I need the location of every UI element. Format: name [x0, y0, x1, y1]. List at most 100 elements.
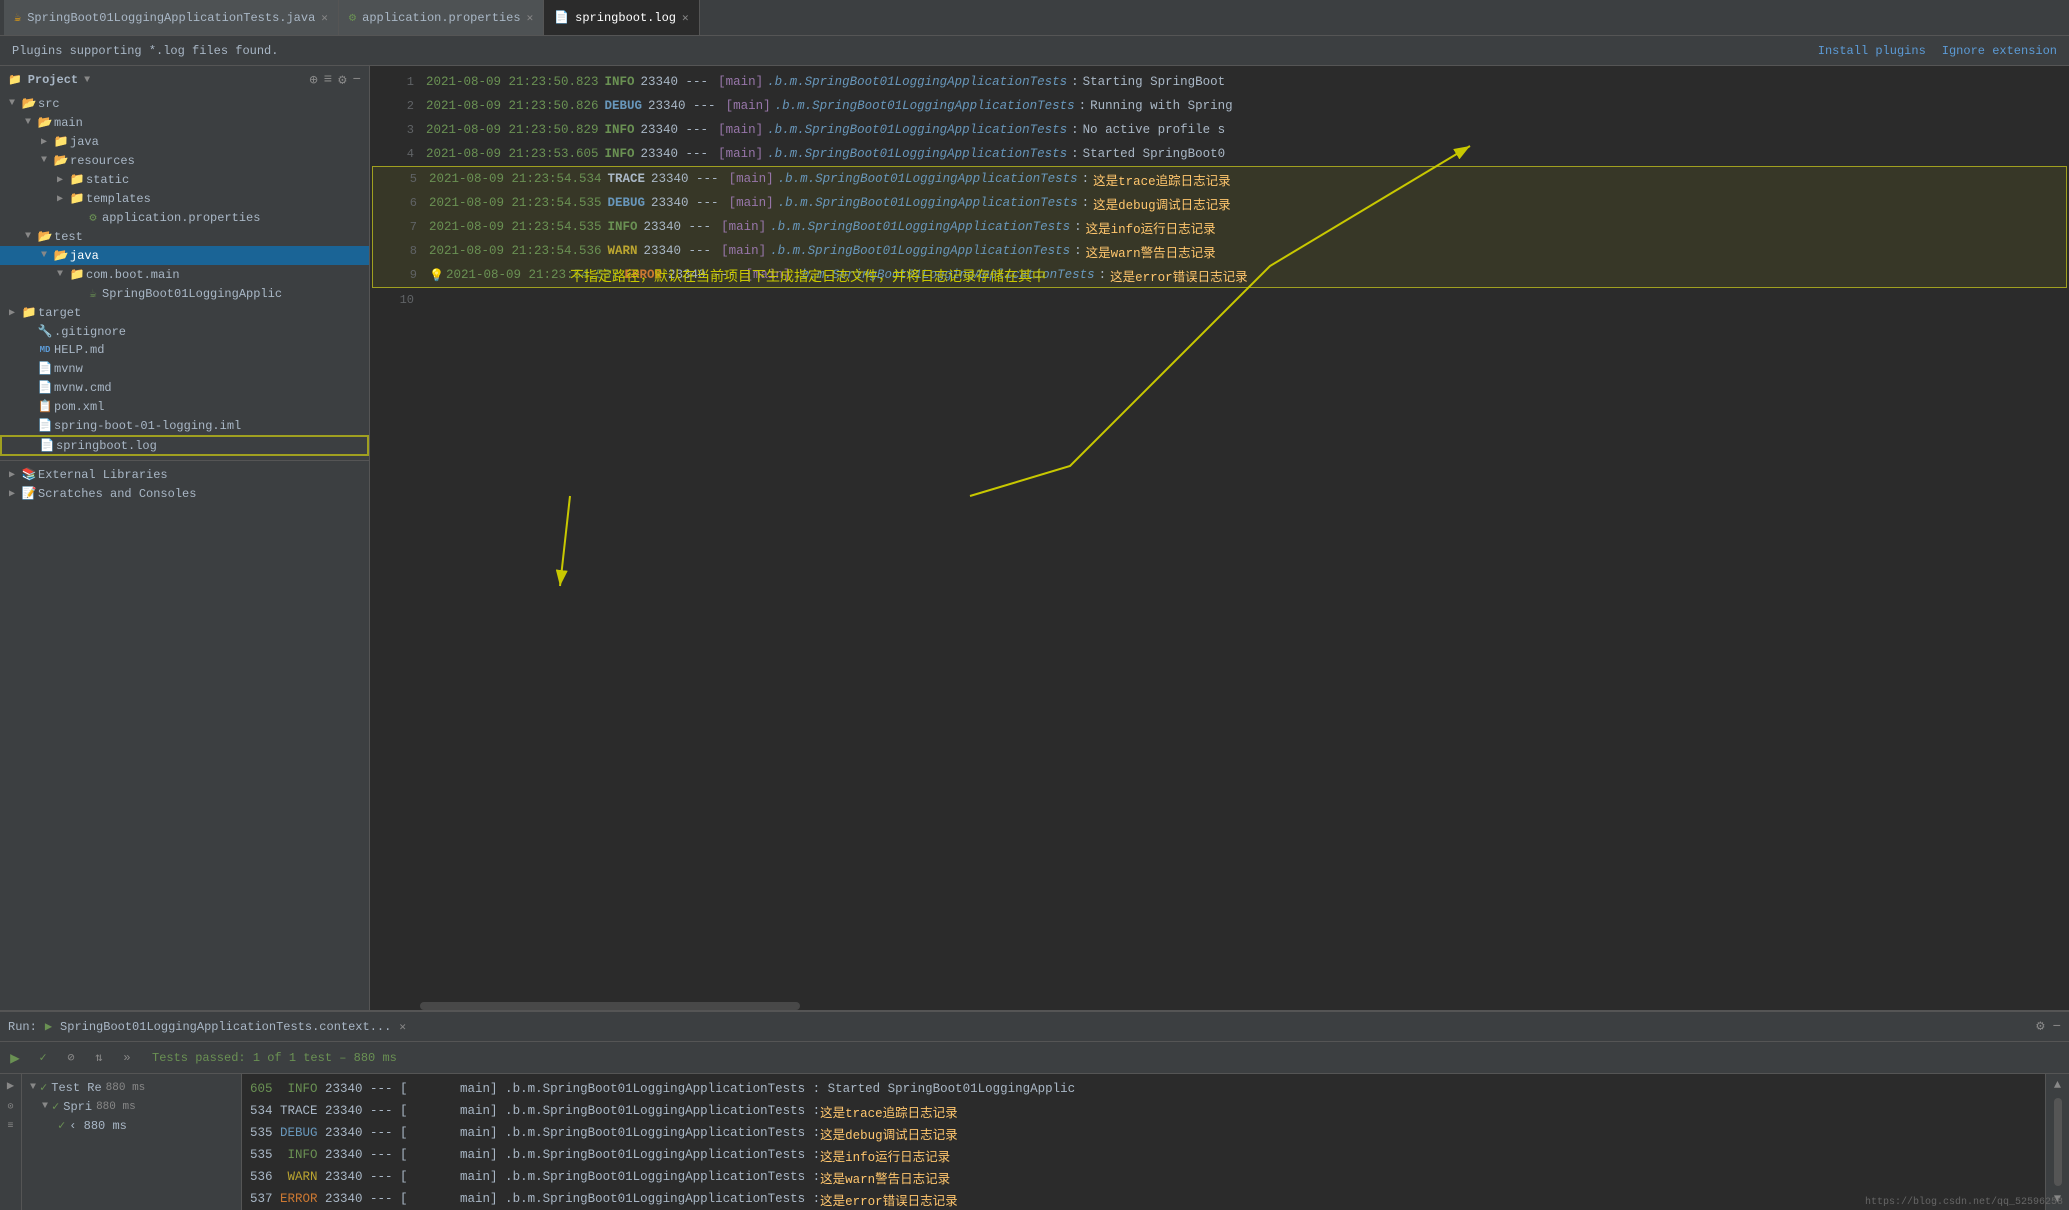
test-tree-item-1[interactable]: ▼ ✓ Spri 880 ms — [22, 1097, 241, 1116]
run-log-level-4: WARN — [273, 1170, 318, 1184]
tab-log-label: springboot.log — [575, 11, 676, 25]
tree-label-springboot-class: SpringBoot01LoggingApplic — [102, 287, 282, 301]
tree-java[interactable]: ▶ 📁 java — [0, 132, 369, 151]
run-left-icon-3[interactable]: ≡ — [7, 1121, 13, 1132]
annotation-container: 不指定路径，默认在当前项目下生成指定日志文件，并将日志记录存储在其中 — [570, 266, 1046, 286]
tree-com-boot-main[interactable]: ▼ 📁 com.boot.main — [0, 265, 369, 284]
tree-label-springboot-log: springboot.log — [56, 439, 157, 453]
log-colon-4: : — [1071, 147, 1079, 161]
tree-static[interactable]: ▶ 📁 static — [0, 170, 369, 189]
md-icon: MD — [36, 345, 54, 355]
dropdown-icon[interactable]: ▼ — [84, 75, 90, 86]
tree-mvnw[interactable]: 📄 mvnw — [0, 359, 369, 378]
run-log-level-3: INFO — [273, 1148, 318, 1162]
log-msg-8: 这是warn警告日志记录 — [1086, 242, 1216, 261]
tree-main[interactable]: ▼ 📂 main — [0, 113, 369, 132]
tree-target[interactable]: ▶ 📁 target — [0, 303, 369, 322]
tree-arrow-com-boot: ▼ — [52, 269, 68, 280]
line-num-7: 7 — [381, 220, 417, 234]
run-play-button[interactable]: ▶ — [4, 1047, 26, 1069]
tree-java2[interactable]: ▼ 📂 java — [0, 246, 369, 265]
tree-pom-xml[interactable]: 📋 pom.xml — [0, 397, 369, 416]
install-plugins-link[interactable]: Install plugins — [1818, 44, 1926, 58]
tree-external-libraries[interactable]: ▶ 📚 External Libraries — [0, 465, 369, 484]
log-ts-2: 2021-08-09 21:23:50.826 — [426, 99, 599, 113]
tree-iml[interactable]: 📄 spring-boot-01-logging.iml — [0, 416, 369, 435]
test-tree-item-0[interactable]: ▼ ✓ Test Re 880 ms — [22, 1078, 241, 1097]
tree-app-properties[interactable]: ⚙ application.properties — [0, 208, 369, 227]
iml-icon: 📄 — [36, 418, 54, 433]
run-minimize-icon[interactable]: − — [2053, 1019, 2061, 1035]
plugin-message-text: Plugins supporting *.log files found. — [12, 44, 278, 58]
run-content: ▶ ⊙ ≡ ▼ ✓ Test Re 880 ms ▼ ✓ Spri 880 ms… — [0, 1074, 2069, 1210]
sidebar-minimize-icon[interactable]: − — [353, 72, 361, 89]
horizontal-scrollbar[interactable] — [420, 1002, 800, 1010]
line-num-10: 10 — [378, 293, 414, 307]
tree-label-main: main — [54, 116, 83, 130]
tab-log[interactable]: 📄 springboot.log ✕ — [544, 0, 699, 35]
tab-java-close[interactable]: ✕ — [321, 11, 328, 25]
run-icon: ▶ — [45, 1019, 52, 1034]
line-num-4: 4 — [378, 147, 414, 161]
tree-label-app-props: application.properties — [102, 211, 260, 225]
tree-arrow-target: ▶ — [4, 307, 20, 319]
log-level-7: INFO — [608, 220, 638, 234]
run-left-icon-2[interactable]: ⊙ — [7, 1101, 13, 1113]
plugin-actions: Install plugins Ignore extension — [1818, 44, 2057, 58]
ignore-extension-link[interactable]: Ignore extension — [1942, 44, 2057, 58]
run-log-ts-1: 534 — [250, 1104, 273, 1118]
log-level-6: DEBUG — [608, 196, 646, 210]
run-left-icon-1[interactable]: ▶ — [7, 1078, 14, 1093]
tree-arrow-test: ▼ — [20, 231, 36, 242]
folder-static-icon: 📁 — [68, 172, 86, 187]
tree-scratches[interactable]: ▶ 📝 Scratches and Consoles — [0, 484, 369, 503]
run-tab-name[interactable]: SpringBoot01LoggingApplicationTests.cont… — [60, 1020, 391, 1034]
tree-help-md[interactable]: MD HELP.md — [0, 341, 369, 359]
sidebar-collapse-icon[interactable]: ≡ — [324, 72, 332, 89]
run-settings-icon[interactable]: ⚙ — [2036, 1018, 2044, 1035]
run-log-rest-0: 23340 --- [ main] .b.m.SpringBoot01Loggi… — [318, 1082, 1076, 1096]
line-num-1: 1 — [378, 75, 414, 89]
run-right-toolbar: ▲ ▼ — [2045, 1074, 2069, 1210]
tree-resources[interactable]: ▼ 📂 resources — [0, 151, 369, 170]
sidebar-locate-icon[interactable]: ⊕ — [309, 72, 317, 89]
scroll-up-icon[interactable]: ▲ — [2054, 1078, 2061, 1092]
tab-properties[interactable]: ⚙ application.properties ✕ — [339, 0, 544, 35]
run-check-button[interactable]: ✓ — [32, 1047, 54, 1069]
tab-java-label: SpringBoot01LoggingApplicationTests.java — [27, 11, 315, 25]
sidebar-header: 📁 Project ▼ ⊕ ≡ ⚙ − — [0, 66, 369, 94]
tree-mvnw-cmd[interactable]: 📄 mvnw.cmd — [0, 378, 369, 397]
run-log-msg-4: 这是warn警告日志记录 — [820, 1168, 950, 1187]
tree-springboot-class[interactable]: ☕ SpringBoot01LoggingApplic — [0, 284, 369, 303]
sidebar-settings-icon[interactable]: ⚙ — [338, 72, 346, 89]
tree-templates[interactable]: ▶ 📁 templates — [0, 189, 369, 208]
tree-test[interactable]: ▼ 📂 test — [0, 227, 369, 246]
run-stop-button[interactable]: ⊘ — [60, 1047, 82, 1069]
log-level-3: INFO — [605, 123, 635, 137]
test-time-0: 880 ms — [106, 1082, 146, 1094]
run-log-msg-2: 这是debug调试日志记录 — [820, 1124, 958, 1143]
tree-gitignore[interactable]: 🔧 .gitignore — [0, 322, 369, 341]
log-class-8: .b.m.SpringBoot01LoggingApplicationTests — [770, 244, 1070, 258]
run-expand-button[interactable]: » — [116, 1047, 138, 1069]
tab-properties-close[interactable]: ✕ — [527, 11, 534, 25]
tree-springboot-log[interactable]: 📄 springboot.log — [0, 435, 369, 456]
line-num-5: 5 — [381, 172, 417, 186]
tab-log-close[interactable]: ✕ — [682, 11, 689, 25]
scratches-icon: 📝 — [20, 486, 38, 501]
log-msg-1: Starting SpringBoot — [1083, 75, 1226, 89]
test-status: Tests passed: 1 of 1 test – 880 ms — [152, 1051, 397, 1065]
run-log: 605 INFO 23340 --- [ main] .b.m.SpringBo… — [242, 1074, 2045, 1210]
tab-java[interactable]: ☕ SpringBoot01LoggingApplicationTests.ja… — [4, 0, 339, 35]
test-tree-item-2[interactable]: ✓ ‹ 880 ms — [22, 1116, 241, 1135]
run-log-ts-5: 537 — [250, 1192, 273, 1206]
vertical-scrollbar[interactable] — [2054, 1098, 2062, 1186]
plugin-message: Plugins supporting *.log files found. — [12, 44, 278, 58]
java-class-icon: ☕ — [84, 286, 102, 301]
run-tab-close[interactable]: ✕ — [399, 1020, 406, 1034]
tree-src[interactable]: ▼ 📂 src — [0, 94, 369, 113]
log-ts-6: 2021-08-09 21:23:54.535 — [429, 196, 602, 210]
run-rerun-button[interactable]: ⇅ — [88, 1047, 110, 1069]
log-colon-3: : — [1071, 123, 1079, 137]
mvnw-icon: 📄 — [36, 361, 54, 376]
